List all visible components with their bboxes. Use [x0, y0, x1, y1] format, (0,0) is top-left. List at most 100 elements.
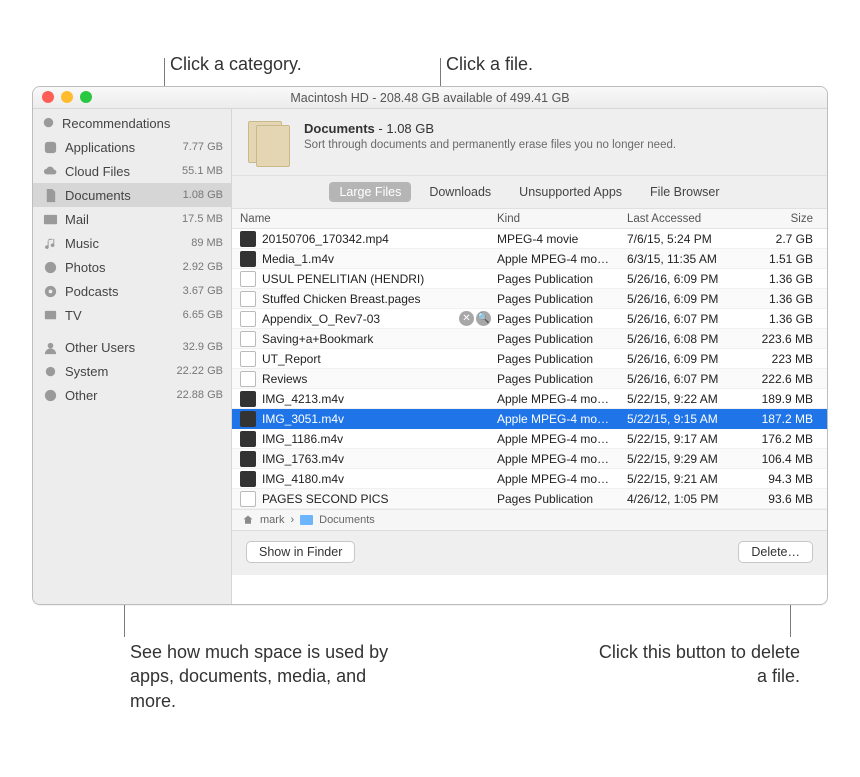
users-icon	[41, 338, 59, 356]
col-date[interactable]: Last Accessed	[627, 213, 747, 225]
file-icon	[240, 371, 256, 387]
sidebar-item-size: 7.77 GB	[169, 141, 223, 153]
file-size: 1.36 GB	[747, 272, 827, 286]
file-kind: Apple MPEG-4 mo…	[497, 252, 627, 266]
file-name: PAGES SECOND PICS	[262, 492, 497, 506]
file-name: IMG_1763.m4v	[262, 452, 497, 466]
file-date: 5/26/16, 6:07 PM	[627, 312, 747, 326]
file-name: IMG_3051.m4v	[262, 412, 497, 426]
file-list: 20150706_170342.mp4 MPEG-4 movie 7/6/15,…	[232, 229, 827, 509]
file-date: 5/22/15, 9:29 AM	[627, 452, 747, 466]
sidebar-item-music[interactable]: Music 89 MB	[33, 231, 231, 255]
table-row[interactable]: IMG_1186.m4v Apple MPEG-4 mo… 5/22/15, 9…	[232, 429, 827, 449]
table-row[interactable]: Appendix_O_Rev7-03 ✕ 🔍 Pages Publication…	[232, 309, 827, 329]
category-subtitle: Sort through documents and permanently e…	[304, 139, 676, 151]
breadcrumb[interactable]: mark › Documents	[232, 509, 827, 530]
file-size: 223 MB	[747, 352, 827, 366]
sidebar-item-label: Documents	[65, 188, 169, 203]
file-name: Reviews	[262, 372, 497, 386]
category-title: Documents - 1.08 GB	[304, 121, 676, 136]
file-kind: Apple MPEG-4 mo…	[497, 432, 627, 446]
sidebar-item-label: Photos	[65, 260, 169, 275]
table-row[interactable]: Media_1.m4v Apple MPEG-4 mo… 6/3/15, 11:…	[232, 249, 827, 269]
sidebar-item-podcasts[interactable]: Podcasts 3.67 GB	[33, 279, 231, 303]
file-size: 2.7 GB	[747, 232, 827, 246]
show-in-finder-button[interactable]: Show in Finder	[246, 541, 355, 563]
documents-icon	[248, 121, 290, 167]
table-row[interactable]: Saving+a+Bookmark Pages Publication 5/26…	[232, 329, 827, 349]
table-row[interactable]: IMG_4213.m4v Apple MPEG-4 mo… 5/22/15, 9…	[232, 389, 827, 409]
col-size[interactable]: Size	[747, 213, 827, 225]
table-row[interactable]: IMG_1763.m4v Apple MPEG-4 mo… 5/22/15, 9…	[232, 449, 827, 469]
table-row[interactable]: IMG_4180.m4v Apple MPEG-4 mo… 5/22/15, 9…	[232, 469, 827, 489]
table-row[interactable]: USUL PENELITIAN (HENDRI) Pages Publicati…	[232, 269, 827, 289]
file-kind: Apple MPEG-4 mo…	[497, 412, 627, 426]
sidebar-item-mail[interactable]: Mail 17.5 MB	[33, 207, 231, 231]
sidebar-item-other users[interactable]: Other Users 32.9 GB	[33, 335, 231, 359]
sidebar-item-other[interactable]: Other 22.88 GB	[33, 383, 231, 407]
col-kind[interactable]: Kind	[497, 213, 627, 225]
callout-delete: Click this button to delete a file.	[590, 640, 800, 689]
tab-unsupported apps[interactable]: Unsupported Apps	[509, 182, 632, 202]
file-icon	[240, 431, 256, 447]
quicklook-icon[interactable]: 🔍	[476, 311, 491, 326]
delete-button[interactable]: Delete…	[738, 541, 813, 563]
sidebar-item-size: 55.1 MB	[169, 165, 223, 177]
tab-large files[interactable]: Large Files	[329, 182, 411, 202]
tab-downloads[interactable]: Downloads	[419, 182, 501, 202]
sidebar-item-cloud files[interactable]: Cloud Files 55.1 MB	[33, 159, 231, 183]
minimize-icon[interactable]	[61, 91, 73, 103]
sidebar-item-documents[interactable]: Documents 1.08 GB	[33, 183, 231, 207]
tab-file browser[interactable]: File Browser	[640, 182, 729, 202]
file-name: IMG_1186.m4v	[262, 432, 497, 446]
leader-line	[790, 600, 791, 637]
gear-icon	[41, 362, 59, 380]
breadcrumb-user[interactable]: mark	[260, 514, 284, 526]
table-row[interactable]: UT_Report Pages Publication 5/26/16, 6:0…	[232, 349, 827, 369]
storage-management-window: Macintosh HD - 208.48 GB available of 49…	[32, 86, 828, 605]
sidebar-item-label: Mail	[65, 212, 169, 227]
table-row[interactable]: Stuffed Chicken Breast.pages Pages Publi…	[232, 289, 827, 309]
file-size: 222.6 MB	[747, 372, 827, 386]
file-kind: Pages Publication	[497, 292, 627, 306]
sidebar-item-label: System	[65, 364, 169, 379]
breadcrumb-folder[interactable]: Documents	[319, 514, 375, 526]
sidebar-item-applications[interactable]: Applications 7.77 GB	[33, 135, 231, 159]
file-name: Saving+a+Bookmark	[262, 332, 497, 346]
file-icon	[240, 271, 256, 287]
table-row[interactable]: PAGES SECOND PICS Pages Publication 4/26…	[232, 489, 827, 509]
file-kind: MPEG-4 movie	[497, 232, 627, 246]
footer: Show in Finder Delete…	[232, 530, 827, 575]
sidebar-item-size: 6.65 GB	[169, 309, 223, 321]
file-name: 20150706_170342.mp4	[262, 232, 497, 246]
folder-icon	[300, 515, 313, 525]
table-row[interactable]: IMG_3051.m4v Apple MPEG-4 mo… 5/22/15, 9…	[232, 409, 827, 429]
file-size: 189.9 MB	[747, 392, 827, 406]
music-icon	[41, 234, 59, 252]
sidebar-item-photos[interactable]: Photos 2.92 GB	[33, 255, 231, 279]
file-icon	[240, 471, 256, 487]
sidebar-item-label: Other	[65, 388, 169, 403]
row-actions[interactable]: ✕ 🔍	[459, 311, 491, 326]
file-size: 1.36 GB	[747, 312, 827, 326]
table-row[interactable]: 20150706_170342.mp4 MPEG-4 movie 7/6/15,…	[232, 229, 827, 249]
file-date: 5/26/16, 6:09 PM	[627, 352, 747, 366]
file-size: 93.6 MB	[747, 492, 827, 506]
other-icon	[41, 386, 59, 404]
sidebar-item-system[interactable]: System 22.22 GB	[33, 359, 231, 383]
file-date: 4/26/12, 1:05 PM	[627, 492, 747, 506]
cloud-icon	[41, 162, 59, 180]
file-size: 1.36 GB	[747, 292, 827, 306]
remove-icon[interactable]: ✕	[459, 311, 474, 326]
close-icon[interactable]	[42, 91, 54, 103]
sidebar-item-tv[interactable]: TV 6.65 GB	[33, 303, 231, 327]
traffic-lights[interactable]	[42, 91, 92, 103]
zoom-icon[interactable]	[80, 91, 92, 103]
sidebar-item-size: 22.22 GB	[169, 365, 223, 377]
sidebar-item-recommendations[interactable]: Recommendations	[33, 111, 231, 135]
file-name: Appendix_O_Rev7-03	[262, 312, 459, 326]
table-header[interactable]: Name Kind Last Accessed Size	[232, 209, 827, 229]
file-name: Media_1.m4v	[262, 252, 497, 266]
table-row[interactable]: Reviews Pages Publication 5/26/16, 6:07 …	[232, 369, 827, 389]
col-name[interactable]: Name	[232, 213, 497, 225]
